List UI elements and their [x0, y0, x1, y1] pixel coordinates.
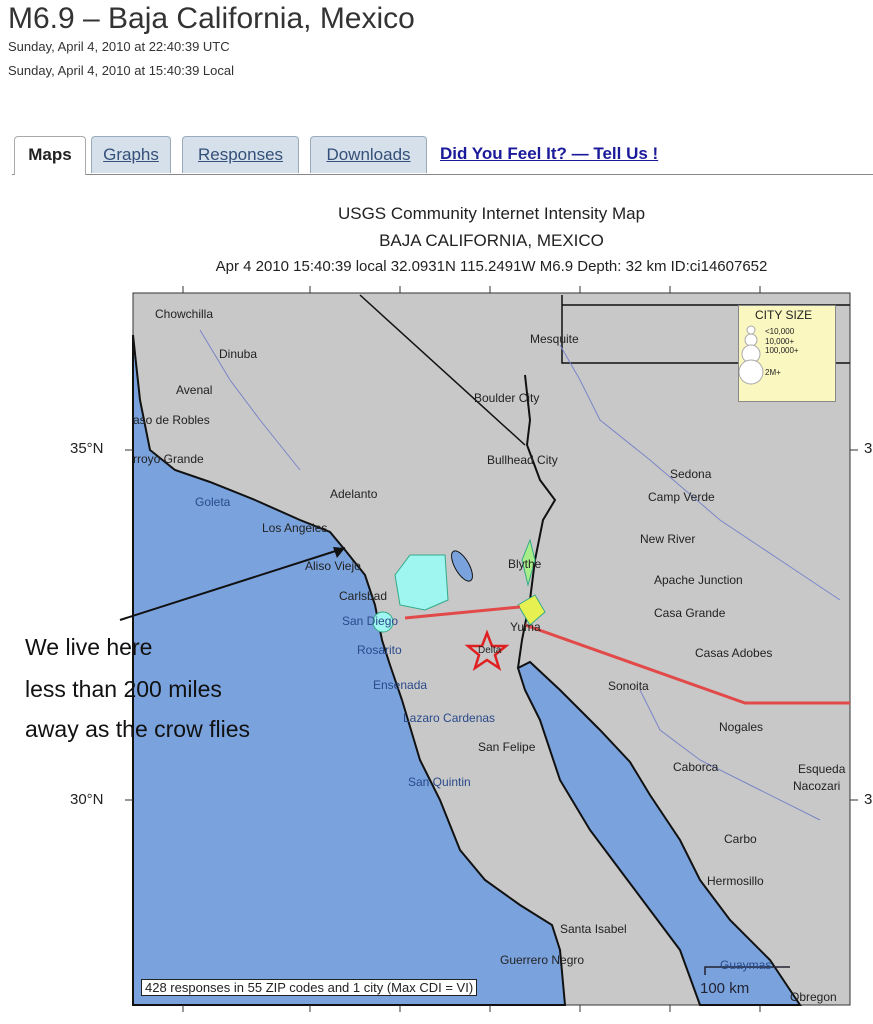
city-label: Aliso Viejo [305, 559, 361, 573]
city-label: Santa Isabel [560, 922, 627, 936]
city-label: Carbo [724, 832, 757, 846]
responses-summary: 428 responses in 55 ZIP codes and 1 city… [141, 979, 478, 996]
city-label: Sonoita [608, 679, 649, 693]
city-size-circles-icon [739, 325, 764, 385]
city-label: Casa Grande [654, 606, 726, 620]
city-size-legend: CITY SIZE <10,000 10,000+ 100,000+ 2M+ [738, 305, 836, 402]
city-label: Guerrero Negro [500, 953, 585, 967]
legend-size: <10,000 [765, 327, 795, 336]
lat-label-30: 30°N [70, 791, 104, 808]
annotation-line: away as the crow flies [25, 716, 250, 742]
city-label: Camp Verde [648, 490, 715, 504]
legend-size: 100,000+ [765, 346, 799, 355]
annotation-line: less than 200 miles [25, 676, 222, 702]
city-label: Chowchilla [155, 307, 214, 321]
city-label: Guaymas [720, 958, 772, 972]
city-label: Blythe [508, 557, 542, 571]
city-label: Obregon [790, 990, 837, 1004]
legend-size: 2M+ [765, 368, 781, 377]
city-label: Avenal [176, 383, 213, 397]
city-label: Bullhead City [487, 453, 558, 467]
annotation-line: We live here [25, 634, 153, 660]
legend-size: 10,000+ [765, 337, 795, 346]
city-label: aso de Robles [133, 413, 210, 427]
city-label: Hermosillo [707, 874, 764, 888]
city-label: Los Angeles [262, 521, 328, 535]
city-label: Goleta [195, 495, 231, 509]
city-label: Apache Junction [654, 573, 743, 587]
legend-title: CITY SIZE [755, 308, 813, 322]
city-label: Nacozari [793, 779, 841, 793]
city-label: Nogales [719, 720, 764, 734]
city-label: Delta [478, 645, 502, 656]
city-label: Rosarito [357, 643, 402, 657]
intensity-map [119, 286, 858, 1012]
lat-label-35: 35°N [70, 440, 104, 457]
city-label: Sedona [670, 467, 712, 481]
right-axis-label: 3 [864, 440, 873, 457]
city-label: Dinuba [219, 347, 258, 361]
city-label: Caborca [673, 760, 719, 774]
city-label: Ensenada [373, 678, 428, 692]
city-label: San Quintin [408, 775, 471, 789]
city-label: San Felipe [478, 740, 536, 754]
scale-label: 100 km [700, 980, 750, 997]
city-label: New River [640, 532, 696, 546]
city-label: San Diego [342, 614, 399, 628]
city-label: Carlsbad [339, 589, 388, 603]
city-label: Esqueda [798, 762, 846, 776]
city-label: Lazaro Cardenas [403, 711, 496, 725]
right-axis-label: 3 [864, 791, 873, 808]
city-label: Boulder City [474, 391, 540, 405]
city-label: rroyo Grande [133, 452, 204, 466]
city-label: Casas Adobes [695, 646, 773, 660]
city-label: Adelanto [330, 487, 378, 501]
city-label: Mesquite [530, 332, 579, 346]
city-label: Yuma [510, 620, 541, 634]
